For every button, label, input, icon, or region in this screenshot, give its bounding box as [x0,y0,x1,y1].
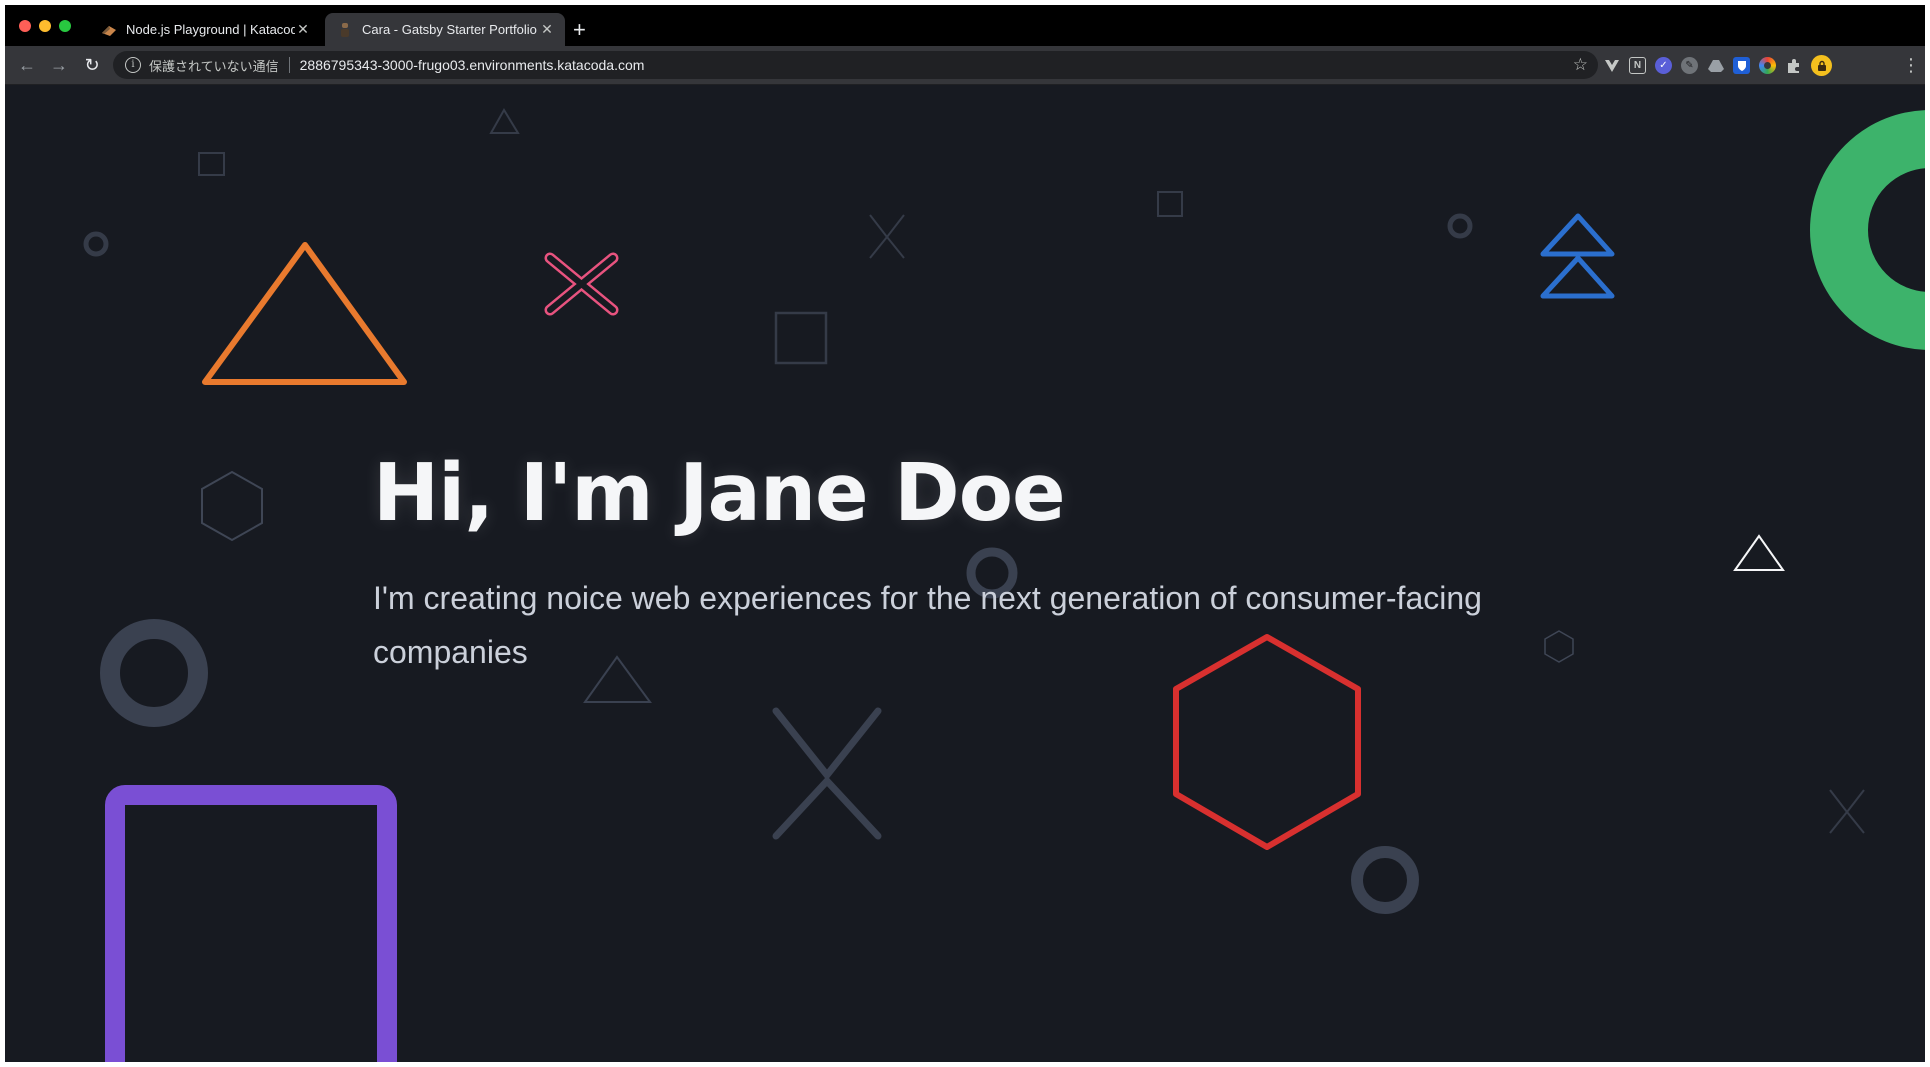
forward-button[interactable]: → [49,55,69,75]
site-info-icon[interactable]: i [125,57,141,73]
hexagon-outline-icon [1544,630,1574,663]
tab-title: Cara - Gatsby Starter Portfolio [362,22,537,37]
security-status[interactable]: 保護されていない通信 [149,56,279,75]
feather-icon[interactable]: ✎ [1681,57,1698,74]
triangle-outline-icon [489,108,520,134]
url-text[interactable]: 2886795343-3000-frugo03.environments.kat… [300,57,645,73]
x-cross-icon [1829,789,1865,834]
square-outline-icon [774,311,828,365]
green-ring-icon [1810,110,1925,350]
ring-icon [1447,213,1473,239]
drive-icon[interactable] [1707,57,1724,74]
profile-avatar-icon[interactable] [1811,55,1832,76]
tab-strip: Node.js Playground | Katacoda ✕ Cara - G… [5,5,1925,46]
katacoda-icon [101,22,117,38]
browser-window: Node.js Playground | Katacoda ✕ Cara - G… [5,5,1925,1062]
tab-title: Node.js Playground | Katacoda [126,22,295,37]
address-bar[interactable]: i 保護されていない通信 2886795343-3000-frugo03.env… [113,51,1598,79]
vue-devtools-icon[interactable] [1603,57,1620,74]
square-outline-icon [198,152,225,176]
x-cross-icon [869,214,905,259]
close-tab-icon[interactable]: ✕ [539,21,555,38]
back-button[interactable]: ← [17,55,37,75]
close-tab-icon[interactable]: ✕ [295,21,311,38]
reload-button[interactable]: ↻ [82,55,102,75]
cara-icon [337,22,353,38]
tab-node-playground[interactable]: Node.js Playground | Katacoda ✕ [89,13,321,46]
bookmark-star-icon[interactable]: ☆ [1573,55,1588,75]
hexagon-outline-icon [201,470,263,542]
puzzle-extensions-icon[interactable] [1785,57,1802,74]
color-picker-icon[interactable] [1759,57,1776,74]
white-triangle-icon [1733,534,1785,571]
new-tab-button[interactable]: + [573,19,586,41]
purple-square-icon [105,785,397,1062]
maximize-window-button[interactable] [59,20,71,32]
ring-icon [1351,846,1419,914]
task-check-icon[interactable]: ✓ [1655,57,1672,74]
blue-triangle-icon [1540,255,1615,299]
close-window-button[interactable] [19,20,31,32]
pink-x-icon-inner [547,255,616,313]
notion-icon[interactable]: N [1629,57,1646,74]
address-divider [288,57,290,73]
cara-hero-page: Hi, I'm Jane Doe I'm creating noice web … [5,85,1925,1062]
browser-toolbar: ← → ↻ i 保護されていない通信 2886795343-3000-frugo… [5,46,1925,85]
minimize-window-button[interactable] [39,20,51,32]
browser-menu-icon[interactable]: ⋮ [1902,56,1920,74]
orange-triangle-icon [202,242,407,385]
ring-icon [83,231,109,257]
hero-title: Hi, I'm Jane Doe [373,447,1066,539]
square-outline-icon [1157,191,1183,217]
tab-cara-portfolio[interactable]: Cara - Gatsby Starter Portfolio ✕ [325,13,565,46]
blue-triangle-icon [1540,213,1615,257]
bitwarden-icon[interactable] [1733,57,1750,74]
x-cross-icon [772,707,882,840]
hero-subtitle: I'm creating noice web experiences for t… [373,580,1482,670]
ring-icon [100,619,208,727]
